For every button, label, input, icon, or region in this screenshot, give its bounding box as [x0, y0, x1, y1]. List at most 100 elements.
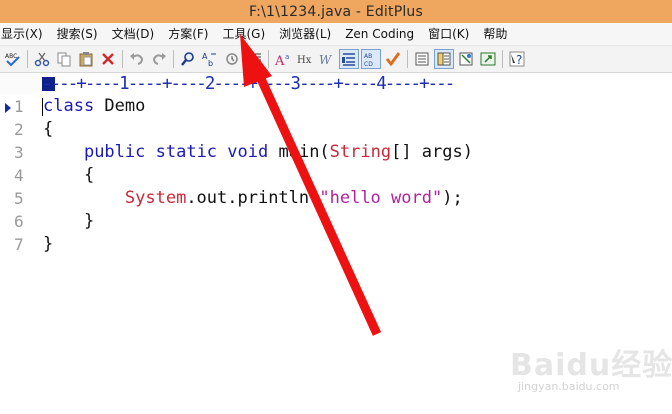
hex-button[interactable]: Hx	[295, 49, 315, 69]
column-ruler: ----+----1----+----2----+----3----+----4…	[0, 74, 672, 94]
goto-button[interactable]	[222, 49, 242, 69]
code-line[interactable]: {	[43, 164, 473, 187]
help-icon: ?	[509, 51, 525, 67]
word-wrap-button[interactable]: W	[317, 49, 337, 69]
redo-button[interactable]	[149, 49, 169, 69]
paste-button[interactable]	[76, 49, 96, 69]
code-token: {	[83, 165, 95, 185]
code-line[interactable]: }	[43, 233, 473, 256]
svg-text:AB: AB	[364, 53, 372, 60]
code-text[interactable]: class Demo{ public static void main(Stri…	[43, 95, 473, 256]
svg-text:?: ?	[516, 53, 522, 67]
menu-tools[interactable]: 工具(G)	[215, 23, 272, 45]
delete-button[interactable]	[98, 49, 118, 69]
view3-icon	[459, 52, 473, 66]
paste-icon	[79, 52, 93, 67]
svg-text:b: b	[208, 59, 213, 67]
menu-view[interactable]: 显示(X)	[0, 23, 50, 45]
code-line[interactable]: }	[43, 210, 473, 233]
menu-zen-coding[interactable]: Zen Coding	[338, 23, 421, 45]
menu-document[interactable]: 文档(D)	[105, 23, 162, 45]
code-class-name: System	[124, 188, 187, 208]
code-line[interactable]: class Demo	[43, 95, 473, 118]
code-token: {	[43, 119, 54, 139]
menu-help[interactable]: 帮助	[476, 23, 514, 45]
code-token: }	[43, 234, 54, 254]
ruler-scale: ----+----1----+----2----+----3----+----4…	[42, 74, 455, 94]
line-number: 6	[14, 212, 24, 231]
font-size-icon: A a	[275, 53, 289, 67]
toolbar-separator	[502, 50, 503, 68]
help-button[interactable]: ?	[507, 49, 527, 69]
code-token: );	[442, 188, 463, 208]
undo-button[interactable]	[127, 49, 147, 69]
svg-text:CD: CD	[364, 61, 373, 67]
check-icon	[385, 52, 401, 67]
title-bar[interactable]: F:\1\1234.java - EditPlus	[0, 0, 672, 23]
spell-check-button[interactable]: ABC	[3, 49, 23, 69]
svg-text:Hx: Hx	[297, 55, 312, 66]
svg-text:a: a	[285, 53, 289, 61]
watermark-url: jingyan.baidu.com	[518, 380, 620, 393]
view1-icon	[415, 52, 429, 66]
redo-icon	[152, 53, 166, 65]
menu-bar: 显示(X) 搜索(S) 文档(D) 方案(F) 工具(G) 浏览器(L) Zen…	[0, 23, 672, 45]
code-token: Demo	[94, 96, 146, 116]
toolbar-separator	[173, 50, 174, 68]
check-button[interactable]	[383, 49, 403, 69]
indent-button[interactable]	[244, 49, 264, 69]
svg-text:ABC: ABC	[5, 53, 17, 60]
code-line[interactable]: public static void main(String[] args)	[43, 141, 473, 164]
line-number-toggle[interactable]	[339, 49, 359, 69]
word-wrap-icon: W	[319, 53, 333, 67]
line-number-icon	[342, 53, 355, 66]
menu-search[interactable]: 搜索(S)	[50, 23, 105, 45]
line-number: 4	[14, 166, 24, 185]
copy-icon	[57, 52, 71, 67]
delete-icon	[102, 53, 114, 65]
code-token: main(	[268, 142, 330, 162]
column-select-toggle[interactable]: AB CD	[361, 49, 381, 69]
code-line[interactable]: {	[43, 118, 473, 141]
toolbar-separator	[122, 50, 123, 68]
view2-toggle[interactable]	[434, 49, 454, 69]
code-keyword: static	[155, 142, 218, 162]
baidu-watermark: Baidu经验 jingyan.baidu.com	[510, 340, 672, 410]
column-select-icon: AB CD	[364, 53, 373, 67]
watermark-brand: Baidu经验	[510, 348, 672, 383]
window-title: F:\1\1234.java - EditPlus	[249, 3, 423, 20]
indent-icon	[247, 53, 261, 64]
view1-button[interactable]	[412, 49, 432, 69]
line-number: 3	[14, 143, 24, 162]
find-button[interactable]	[178, 49, 198, 69]
browser-button[interactable]	[478, 49, 498, 69]
menu-window[interactable]: 窗口(K)	[421, 23, 476, 45]
copy-button[interactable]	[54, 49, 74, 69]
code-class-name: String	[329, 142, 392, 162]
line-number: 7	[14, 235, 24, 254]
code-token: [] args)	[391, 142, 473, 162]
goto-icon	[226, 53, 238, 65]
line-number: 5	[14, 189, 24, 208]
undo-icon	[130, 53, 144, 65]
svg-text:W: W	[319, 53, 333, 67]
font-size-button[interactable]: A a	[273, 49, 293, 69]
cut-icon	[34, 52, 50, 67]
toolbar-separator	[407, 50, 408, 68]
view3-button[interactable]	[456, 49, 476, 69]
hex-icon: Hx	[297, 55, 312, 66]
browser-icon	[480, 52, 496, 66]
cut-button[interactable]	[32, 49, 52, 69]
menu-browser[interactable]: 浏览器(L)	[272, 23, 338, 45]
replace-button[interactable]: A b	[200, 49, 220, 69]
line-number-gutter: 1 2 3 4 5 6 7	[0, 95, 40, 414]
current-line-arrow-icon	[5, 103, 11, 113]
code-line[interactable]: System.out.println("hello word");	[43, 187, 473, 210]
line-number: 2	[14, 120, 24, 139]
menu-project[interactable]: 方案(F)	[161, 23, 215, 45]
